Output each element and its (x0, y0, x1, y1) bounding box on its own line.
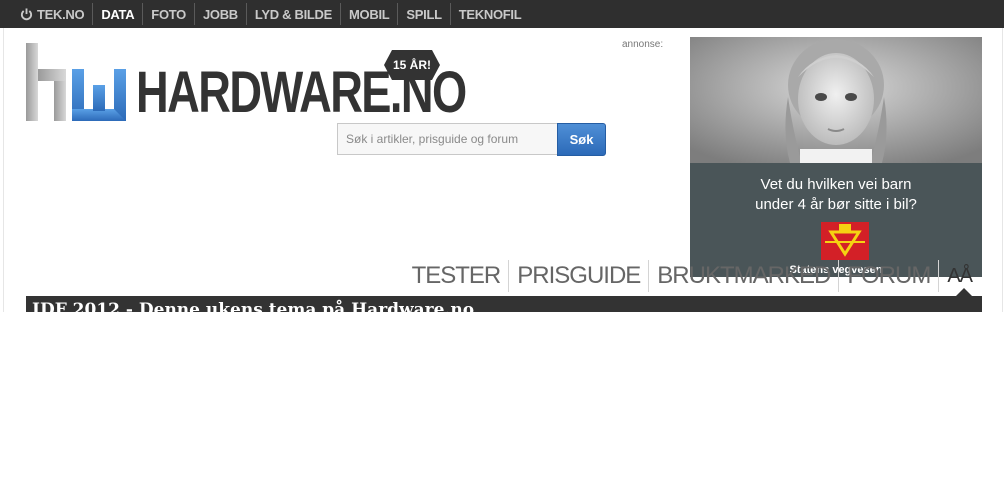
ad-label: annonse: (622, 39, 664, 50)
ad-caption-line1: Vet du hvilken vei barn (760, 176, 912, 193)
ad-caption-line2: under 4 år bør sitte i bil? (755, 196, 917, 213)
headline-caret-icon (956, 288, 972, 296)
nav-forum[interactable]: FORUM (838, 260, 938, 292)
nav-bruktmarked[interactable]: BRUKTMARKED (648, 260, 838, 292)
network-link-spill[interactable]: SPILL (397, 3, 449, 25)
network-link-lyd-bilde[interactable]: LYD & BILDE (245, 3, 340, 25)
headline-text: IDF 2012 - Denne ukens tema på Hardware.… (32, 300, 475, 312)
search-button[interactable]: Søk (557, 123, 606, 156)
network-link-jobb[interactable]: JOBB (193, 3, 246, 25)
nav-tester[interactable]: TESTER (404, 260, 509, 292)
network-link-tek[interactable]: TEK.NO (0, 3, 92, 25)
nav-prisguide[interactable]: PRISGUIDE (508, 260, 648, 292)
network-link-foto[interactable]: FOTO (142, 3, 194, 25)
network-link-mobil[interactable]: MOBIL (340, 3, 397, 25)
ad-caption: Vet du hvilken vei barn under 4 år bør s… (690, 175, 982, 215)
ad-banner[interactable]: Vet du hvilken vei barn under 4 år bør s… (690, 37, 982, 277)
main-nav: TESTER PRISGUIDE BRUKTMARKED FORUM AÅ (404, 260, 980, 292)
ad-photo (690, 37, 982, 163)
network-bar: TEK.NO DATA FOTO JOBB LYD & BILDE MOBIL … (0, 0, 1004, 28)
anniversary-badge: 15 ÅR! (384, 50, 440, 80)
blank-area (0, 312, 1004, 494)
hw-logo-icon[interactable] (26, 41, 128, 123)
vegvesen-emblem-icon (821, 222, 869, 260)
network-link-label: JOBB (202, 6, 238, 22)
headline-strip[interactable]: IDF 2012 - Denne ukens tema på Hardware.… (26, 296, 982, 312)
power-icon (20, 7, 33, 20)
search-input[interactable] (337, 123, 565, 155)
network-link-teknofil[interactable]: TEKNOFIL (449, 3, 530, 25)
network-link-label: SPILL (406, 6, 442, 22)
network-link-label: LYD & BILDE (254, 6, 333, 22)
badge-label: 15 ÅR! (392, 58, 431, 72)
network-link-label: TEK.NO (37, 6, 85, 22)
network-link-label: FOTO (151, 6, 186, 22)
page-header: HARDWARE.NO 15 ÅR! Søk annonse: (3, 28, 1003, 312)
network-link-label: TEKNOFIL (458, 6, 522, 22)
network-link-label: MOBIL (349, 6, 390, 22)
network-link-label: DATA (101, 6, 135, 22)
network-link-data[interactable]: DATA (92, 3, 142, 25)
